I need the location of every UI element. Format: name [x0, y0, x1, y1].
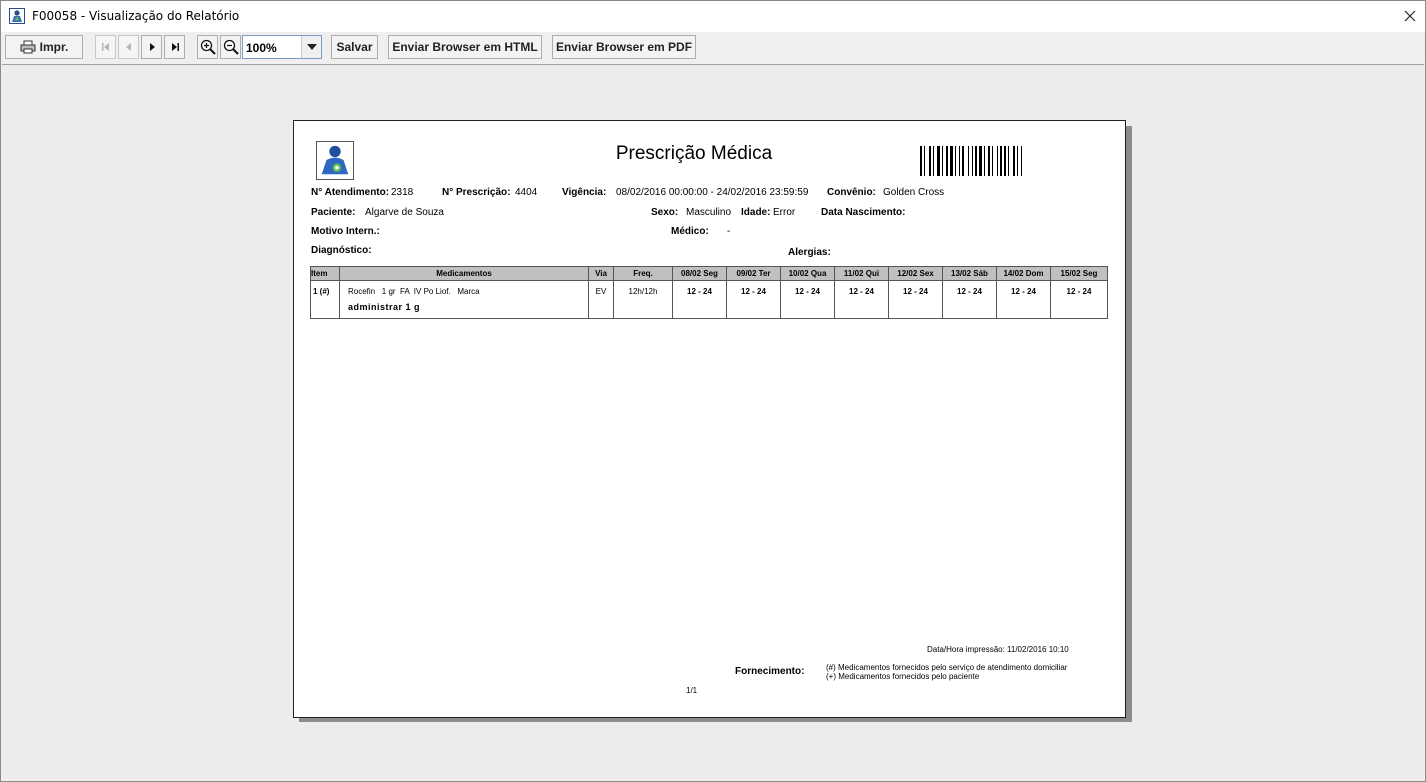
prescricao-label: N° Prescrição: [442, 187, 511, 198]
cell-schedule-day-3: 12 - 24 [780, 280, 835, 319]
fornecimento-note-1: (#) Medicamentos fornecidos pelo serviço… [826, 663, 1068, 672]
save-button[interactable]: Salvar [331, 35, 378, 59]
medication-instruction: administrar 1 g [348, 302, 421, 312]
header-day-7: 14/02 Dom [996, 266, 1051, 281]
zoom-select[interactable]: 100% [242, 35, 322, 59]
cell-medication: Rocefin 1 gr FA IV Po Liof. Marca admini… [339, 280, 589, 319]
table-header-row: Item Medicamentos Via Freq. 08/02 Seg 09… [310, 266, 1108, 281]
first-page-button[interactable] [95, 35, 116, 59]
toolbar: Impr. 100% Salvar Enviar Browser em HTML [1, 32, 1425, 63]
previous-page-icon [125, 43, 131, 51]
sexo-value: Masculino [686, 207, 732, 218]
cell-schedule-day-5: 12 - 24 [888, 280, 943, 319]
convenio-value: Golden Cross [883, 187, 945, 198]
header-via: Via [588, 266, 614, 281]
report-title: Prescrição Médica [615, 143, 773, 164]
idade-value: Error [773, 207, 796, 218]
last-page-button[interactable] [164, 35, 185, 59]
zoom-out-button[interactable] [220, 35, 241, 59]
fornecimento-note-2: (+) Medicamentos fornecidos pelo pacient… [826, 672, 980, 681]
header-freq: Freq. [613, 266, 673, 281]
header-day-8: 15/02 Seg [1050, 266, 1108, 281]
next-page-button[interactable] [141, 35, 162, 59]
paciente-value: Algarve de Souza [365, 207, 444, 218]
table-row: 1 (#) Rocefin 1 gr FA IV Po Liof. Marca … [310, 280, 1108, 319]
cell-schedule-day-8: 12 - 24 [1050, 280, 1108, 319]
header-day-2: 09/02 Ter [726, 266, 781, 281]
medication-name: Rocefin 1 gr FA IV Po Liof. Marca [348, 287, 480, 296]
app-icon [9, 8, 25, 24]
diagnostico-label: Diagnóstico: [311, 245, 372, 256]
zoom-out-icon [223, 39, 239, 55]
header-day-4: 11/02 Qui [834, 266, 889, 281]
report-page: Prescrição Médica N° Atendimento: 2318 N… [293, 120, 1126, 718]
cell-schedule-day-6: 12 - 24 [942, 280, 997, 319]
zoom-dropdown-button[interactable] [301, 36, 321, 58]
atendimento-label: N° Atendimento: [311, 187, 390, 198]
print-button[interactable]: Impr. [5, 35, 83, 59]
cell-item: 1 (#) [310, 280, 340, 319]
header-item: Item [310, 266, 340, 281]
cell-schedule-day-2: 12 - 24 [726, 280, 781, 319]
sexo-label: Sexo: [651, 207, 679, 218]
data-nascimento-label: Data Nascimento: [821, 207, 906, 218]
header-medicamentos: Medicamentos [339, 266, 589, 281]
header-day-5: 12/02 Sex [888, 266, 943, 281]
header-day-3: 10/02 Qua [780, 266, 835, 281]
zoom-in-icon [200, 39, 216, 55]
paciente-label: Paciente: [311, 207, 356, 218]
last-page-icon [171, 43, 179, 51]
title-bar: F00058 - Visualização do Relatório [1, 1, 1425, 32]
vigencia-label: Vigência: [562, 187, 607, 198]
alergias-label: Alergias: [788, 247, 831, 258]
zoom-value: 100% [246, 41, 277, 55]
window-title: F00058 - Visualização do Relatório [32, 9, 240, 23]
cell-schedule-day-1: 12 - 24 [672, 280, 727, 319]
previous-page-button[interactable] [118, 35, 139, 59]
close-button[interactable] [1395, 1, 1425, 31]
header-day-6: 13/02 Sáb [942, 266, 997, 281]
vigencia-value: 08/02/2016 00:00:00 - 24/02/2016 23:59:5… [616, 187, 809, 198]
page-number: 1/1 [686, 686, 698, 695]
header-day-1: 08/02 Seg [672, 266, 727, 281]
cell-via: EV [588, 280, 614, 319]
medico-value: - [727, 226, 731, 237]
zoom-in-button[interactable] [197, 35, 218, 59]
first-page-icon [101, 43, 109, 51]
close-icon [1404, 10, 1416, 22]
convenio-label: Convênio: [827, 187, 876, 198]
printer-icon [20, 40, 36, 54]
prescricao-value: 4404 [515, 187, 538, 198]
idade-label: Idade: [741, 207, 771, 218]
chevron-down-icon [306, 44, 317, 50]
motivo-label: Motivo Intern.: [311, 226, 380, 237]
print-datetime: Data/Hora impressão: 11/02/2016 10:10 [927, 645, 1069, 654]
cell-freq: 12h/12h [613, 280, 673, 319]
prescription-table: Item Medicamentos Via Freq. 08/02 Seg 09… [310, 266, 1108, 319]
cell-schedule-day-7: 12 - 24 [996, 280, 1051, 319]
cell-schedule-day-4: 12 - 24 [834, 280, 889, 319]
print-button-label: Impr. [39, 40, 69, 54]
send-html-button[interactable]: Enviar Browser em HTML [388, 35, 542, 59]
fornecimento-label: Fornecimento: [735, 666, 805, 677]
medico-label: Médico: [671, 226, 709, 237]
barcode [920, 146, 1022, 176]
atendimento-value: 2318 [391, 187, 414, 198]
company-logo-icon [316, 141, 354, 180]
send-pdf-button[interactable]: Enviar Browser em PDF [552, 35, 696, 59]
next-page-icon [149, 43, 155, 51]
